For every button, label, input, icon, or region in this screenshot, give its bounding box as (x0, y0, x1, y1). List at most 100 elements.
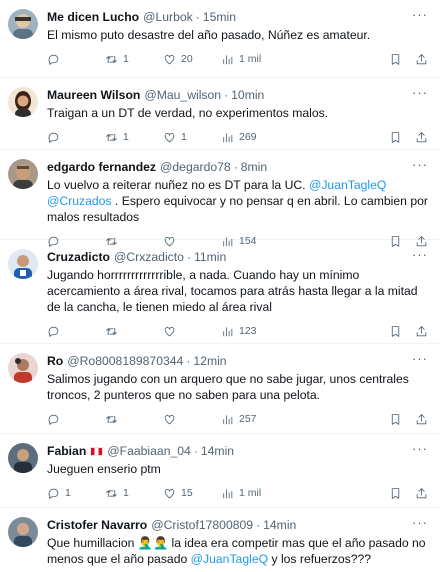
retweet-button[interactable]: 1 (105, 53, 163, 66)
views-button[interactable]: 123 (221, 325, 281, 338)
avatar[interactable] (8, 87, 38, 117)
share-icon[interactable] (415, 413, 428, 426)
tweet[interactable]: Cristofer Navarro @Cristof17800809 · 14m… (0, 508, 440, 572)
like-button[interactable]: 15 (163, 487, 221, 500)
user-handle[interactable]: @degardo78 (160, 160, 231, 174)
retweet-button[interactable] (105, 413, 163, 426)
timestamp[interactable]: 14min (263, 518, 296, 532)
user-handle[interactable]: @Mau_wilson (144, 88, 221, 102)
separator: · (193, 444, 198, 458)
like-count: 15 (181, 487, 193, 499)
tweet-text: Salimos jugando con un arquero que no sa… (47, 372, 409, 402)
timestamp[interactable]: 14min (201, 444, 234, 458)
bookmark-icon[interactable] (389, 413, 402, 426)
timestamp[interactable]: 15min (203, 10, 236, 24)
mention-link[interactable]: @Cruzados (47, 194, 112, 208)
views-button[interactable]: 269 (221, 131, 281, 144)
avatar[interactable] (8, 9, 38, 39)
reply-button[interactable] (47, 53, 105, 66)
user-handle[interactable]: @Lurbok (143, 10, 193, 24)
retweet-count: 1 (123, 487, 129, 499)
tweet[interactable]: Maureen Wilson @Mau_wilson · 10min Traig… (0, 78, 440, 150)
timestamp[interactable]: 12min (193, 354, 226, 368)
reply-icon (48, 132, 59, 143)
separator: · (233, 160, 238, 174)
like-button[interactable]: 20 (163, 53, 221, 66)
tweet[interactable]: edgardo fernandez @degardo78 · 8min Lo v… (0, 150, 440, 247)
tweet[interactable]: Ro @Ro8008189870344 · 12min Salimos juga… (0, 344, 440, 434)
retweet-button[interactable]: 1 (105, 487, 163, 500)
display-name[interactable]: Fabian (47, 444, 86, 458)
tweet[interactable]: Fabian @Faabiaan_04 · 14min Jueguen ense… (0, 434, 440, 508)
retweet-button[interactable] (105, 325, 163, 338)
separator: · (186, 250, 191, 264)
display-name[interactable]: Cruzadicto (47, 250, 110, 264)
timestamp[interactable]: 10min (231, 88, 264, 102)
more-options-button[interactable]: ··· (412, 158, 428, 172)
display-name[interactable]: Maureen Wilson (47, 88, 140, 102)
retweet-button[interactable]: 1 (105, 131, 163, 144)
user-handle[interactable]: @Crxzadicto (114, 250, 184, 264)
bookmark-icon[interactable] (389, 131, 402, 144)
display-name[interactable]: Cristofer Navarro (47, 518, 147, 532)
views-icon (223, 414, 233, 424)
share-icon[interactable] (415, 53, 428, 66)
like-button[interactable]: 1 (163, 131, 221, 144)
avatar[interactable] (8, 249, 38, 279)
reply-icon (48, 488, 59, 499)
like-button[interactable] (163, 413, 221, 426)
more-options-button[interactable]: ··· (412, 248, 428, 262)
tweet[interactable]: Cruzadicto @Crxzadicto · 11min Jugando h… (0, 240, 440, 344)
share-icon[interactable] (415, 131, 428, 144)
reply-button[interactable] (47, 325, 105, 338)
share-icon[interactable] (415, 487, 428, 500)
tweet[interactable]: Me dicen Lucho @Lurbok · 15min El mismo … (0, 0, 440, 78)
bookmark-icon[interactable] (389, 325, 402, 338)
tweet-text: Jugando horrrrrrrrrrrrrible, a nada. Cua… (47, 268, 418, 314)
like-button[interactable] (163, 325, 221, 338)
views-button[interactable]: 1 mil (221, 487, 281, 500)
more-options-button[interactable]: ··· (412, 352, 428, 366)
reply-button[interactable] (47, 131, 105, 144)
timestamp[interactable]: 11min (194, 250, 226, 264)
views-button[interactable]: 1 mil (221, 53, 281, 66)
mention-link[interactable]: @JuanTagleQ (309, 178, 386, 192)
views-button[interactable]: 257 (221, 413, 281, 426)
more-options-button[interactable]: ··· (412, 86, 428, 100)
user-handle[interactable]: @Faabiaan_04 (107, 444, 191, 458)
tweet-feed: Me dicen Lucho @Lurbok · 15min El mismo … (0, 0, 440, 572)
separator: · (256, 518, 261, 532)
like-icon (164, 414, 175, 424)
reply-icon (48, 326, 59, 337)
display-name[interactable]: Me dicen Lucho (47, 10, 139, 24)
separator: · (195, 10, 200, 24)
like-icon (164, 488, 175, 498)
timestamp[interactable]: 8min (241, 160, 267, 174)
separator: · (224, 88, 229, 102)
avatar[interactable] (8, 353, 38, 383)
avatar[interactable] (8, 517, 38, 547)
like-icon (164, 326, 175, 336)
reply-button[interactable]: 1 (47, 487, 105, 500)
tweet-text: Traigan a un DT de verdad, no experiment… (47, 106, 329, 120)
more-options-button[interactable]: ··· (412, 516, 428, 530)
reply-icon (48, 54, 59, 65)
reply-button[interactable] (47, 413, 105, 426)
user-handle[interactable]: @Ro8008189870344 (67, 354, 183, 368)
like-icon (164, 54, 175, 64)
more-options-button[interactable]: ··· (412, 8, 428, 22)
avatar[interactable] (8, 159, 38, 189)
retweet-icon (106, 415, 117, 423)
reply-icon (48, 414, 59, 425)
mention-link[interactable]: @JuanTagleQ (191, 552, 268, 566)
avatar[interactable] (8, 443, 38, 473)
bookmark-icon[interactable] (389, 487, 402, 500)
share-icon[interactable] (415, 325, 428, 338)
more-options-button[interactable]: ··· (412, 442, 428, 456)
like-icon (164, 132, 175, 142)
bookmark-icon[interactable] (389, 53, 402, 66)
tweet-text: Lo vuelvo a reiterar nuñez no es DT para… (47, 177, 428, 225)
display-name[interactable]: edgardo fernandez (47, 160, 156, 174)
display-name[interactable]: Ro (47, 354, 63, 368)
user-handle[interactable]: @Cristof17800809 (151, 518, 253, 532)
